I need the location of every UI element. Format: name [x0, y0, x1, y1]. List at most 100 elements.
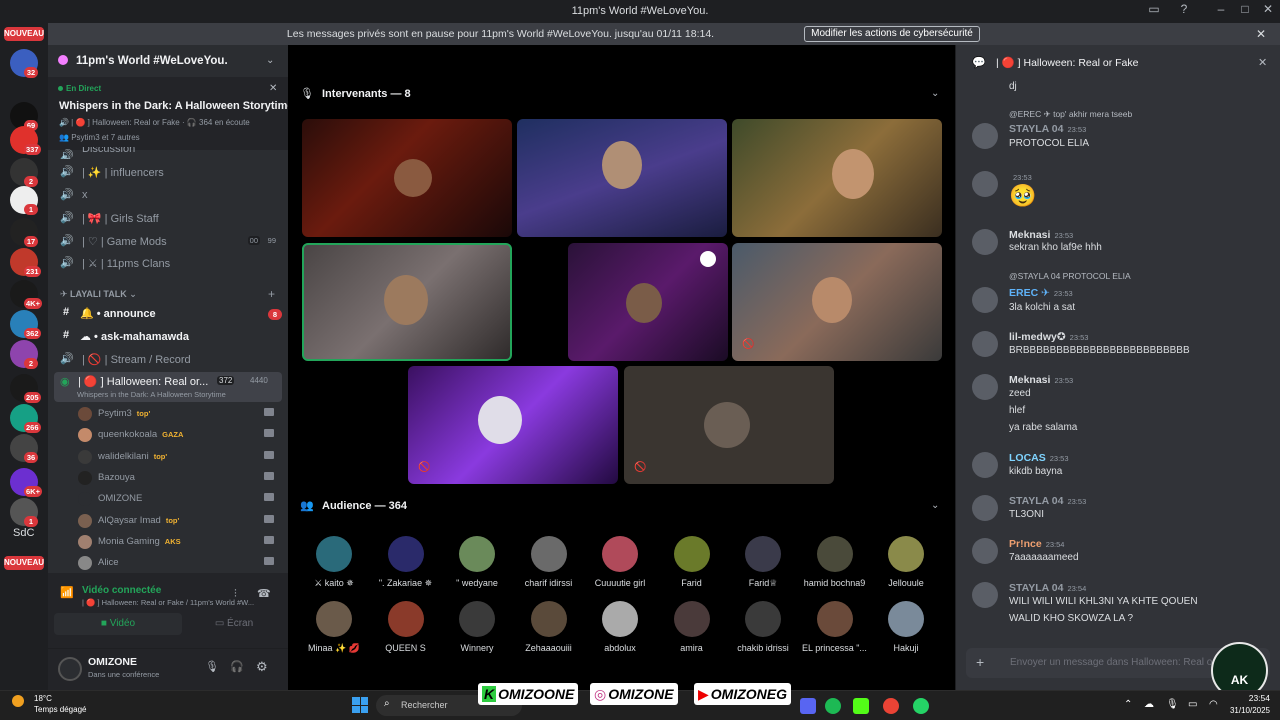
message-author[interactable]: Meknasi 23:53	[1009, 374, 1073, 386]
server-icon[interactable]: 2	[10, 158, 38, 187]
message-author[interactable]: STAYLA 04 23:53	[1009, 495, 1086, 507]
message-author[interactable]: EREC ✈ 23:53	[1009, 287, 1073, 299]
chat-message[interactable]: Meknasi 23:53 sekran kho laf9e hhh	[956, 226, 1280, 266]
server-icon[interactable]: 36	[10, 434, 38, 463]
channel-voice-item[interactable]: 🔊 x	[60, 186, 282, 206]
close-window-button[interactable]: ✕	[1257, 2, 1279, 20]
audience-member[interactable]: QUEEN S	[371, 601, 441, 661]
server-icon[interactable]: 1	[10, 186, 38, 215]
chat-message[interactable]: Pr!nce 23:54 7aaaaaaameed	[956, 536, 1280, 576]
category-layali-talk[interactable]: ✈ LAYALI TALK ⌄	[60, 289, 137, 300]
audience-member[interactable]: Hakuji	[871, 601, 941, 661]
server-name[interactable]: 11pm's World #WeLoveYou.	[76, 55, 228, 67]
channel-voice-item[interactable]: 🔊 | ⚔ | 11pms Clans	[60, 254, 282, 274]
voice-status[interactable]: Vidéo connectée	[82, 585, 161, 596]
help-icon[interactable]: ?	[1173, 2, 1195, 20]
audience-member[interactable]: ⚔ kaito ✵	[299, 536, 369, 596]
close-icon[interactable]: ✕	[269, 83, 277, 94]
speaker-tile[interactable]: 🚫	[408, 366, 618, 484]
avatar[interactable]	[972, 287, 998, 313]
spotify-app-icon[interactable]	[825, 698, 841, 714]
voice-user[interactable]: AlQaysar Imad top'	[78, 511, 278, 531]
chat-message[interactable]: LOCAS 23:53 kikdb bayna	[956, 450, 1280, 490]
avatar[interactable]	[972, 331, 998, 357]
avatar[interactable]	[972, 171, 998, 197]
chevron-down-icon[interactable]: ⌄	[931, 500, 939, 511]
audience-member[interactable]: EL princessa "...	[800, 601, 870, 661]
audience-member[interactable]: Zehaaaouiii	[514, 601, 584, 661]
microphone-icon[interactable]: 🎙	[1166, 699, 1179, 710]
audience-member[interactable]: charif idirssi	[514, 536, 584, 596]
channel-voice-item[interactable]: 🔊 | ♡ | Game Mods 00 99	[60, 232, 282, 252]
kick-app-icon[interactable]	[853, 698, 869, 714]
chat-message[interactable]: 23:53 🥹	[956, 171, 1280, 211]
signal-icon[interactable]: 📶	[60, 586, 74, 599]
speaker-tile[interactable]	[517, 119, 727, 237]
server-icon[interactable]: 17	[10, 218, 38, 247]
audience-member[interactable]: Winnery	[442, 601, 512, 661]
message-author[interactable]: STAYLA 04 23:53	[1009, 123, 1086, 135]
speaker-tile[interactable]	[732, 119, 942, 237]
server-icon[interactable]: 2	[10, 340, 38, 369]
server-icon[interactable]: 4K+	[10, 280, 42, 309]
voice-user[interactable]: queenkokoala GAZA	[78, 425, 278, 445]
voice-user[interactable]: Psytim3 top'	[78, 404, 278, 424]
avatar[interactable]	[972, 582, 998, 608]
close-notice-icon[interactable]: ✕	[1256, 27, 1266, 41]
chat-message[interactable]: STAYLA 04 23:53 TL3ONI	[956, 493, 1280, 533]
channel-announce[interactable]: # 🔔 • announce 8	[60, 304, 282, 324]
audience-member[interactable]: Cuuuutie girl	[585, 536, 655, 596]
voice-user[interactable]: OMIZONE	[78, 489, 278, 509]
message-author[interactable]: Meknasi 23:53	[1009, 229, 1073, 241]
cloud-icon[interactable]: ☁	[1144, 699, 1154, 710]
server-icon[interactable]: 362	[10, 310, 41, 339]
server-icon[interactable]: 1	[10, 498, 38, 527]
minimize-button[interactable]: –	[1210, 2, 1232, 20]
avatar[interactable]	[972, 229, 998, 255]
avatar[interactable]	[972, 123, 998, 149]
chat-message[interactable]: STAYLA 04 23:54 WILI WILI WILI KHL3NI YA K…	[956, 580, 1280, 624]
discord-app-icon[interactable]	[800, 698, 816, 714]
avatar[interactable]	[972, 452, 998, 478]
audience-member[interactable]: chakib idrissi	[728, 601, 798, 661]
audience-member[interactable]: Jellouule	[871, 536, 941, 596]
reply-preview[interactable]: @STAYLA 04 PROTOCOL ELIA	[1009, 271, 1131, 281]
server-icon[interactable]: 266	[10, 404, 41, 433]
speaker-tile[interactable]: 🚫	[732, 243, 942, 361]
server-icon[interactable]: 6K+	[10, 468, 42, 497]
gear-icon[interactable]: ⚙	[256, 659, 268, 675]
audience-member[interactable]: " wedyane	[442, 536, 512, 596]
message-author[interactable]: LOCAS 23:53	[1009, 452, 1069, 464]
avatar[interactable]	[972, 374, 998, 400]
voice-user[interactable]: Bazouya	[78, 468, 278, 488]
voice-user[interactable]: Alice	[78, 553, 278, 573]
message-author[interactable]: 23:53	[1009, 171, 1032, 183]
server-icon[interactable]: 205	[10, 374, 41, 403]
audience-member[interactable]: abdolux	[585, 601, 655, 661]
audience-member[interactable]: Farid	[657, 536, 727, 596]
disconnect-icon[interactable]: ☎	[257, 587, 271, 600]
video-button[interactable]: ■ Vidéo	[54, 613, 182, 635]
headphones-icon[interactable]: 🎧	[230, 660, 244, 673]
chevron-down-icon[interactable]: ⌄	[931, 88, 939, 99]
channel-partial[interactable]: 🔊 Discussion	[60, 147, 282, 159]
speaker-tile[interactable]	[302, 119, 512, 237]
audience-member[interactable]: amira	[657, 601, 727, 661]
add-attachment-icon[interactable]: +	[976, 654, 984, 670]
audience-member[interactable]: hamid bochna9	[800, 536, 870, 596]
whatsapp-app-icon[interactable]	[913, 698, 929, 714]
channel-stream-record[interactable]: 🔊 | 🚫 | Stream / Record	[60, 350, 282, 370]
chat-message[interactable]: @STAYLA 04 PROTOCOL ELIA EREC ✈ 23:53 3la k…	[956, 271, 1280, 313]
server-icon[interactable]: 32	[10, 49, 38, 78]
speaker-tile[interactable]	[568, 243, 728, 361]
chevron-up-icon[interactable]: ⌃	[1124, 699, 1132, 710]
audience-member[interactable]: ". Zakariae ✵	[371, 536, 441, 596]
audience-member[interactable]: Minaa ✨ 💋	[299, 601, 369, 661]
chevron-down-icon[interactable]: ⌄	[266, 55, 274, 66]
chrome-app-icon[interactable]	[883, 698, 899, 714]
avatar[interactable]	[972, 495, 998, 521]
clock-time[interactable]: 23:54	[1226, 693, 1270, 703]
active-voice-channel[interactable]: ◉ | 🔴 ] Halloween: Real or... 372 4440 W…	[54, 372, 282, 402]
add-channel-icon[interactable]: +	[268, 287, 275, 301]
speaker-tile-active[interactable]	[302, 243, 512, 361]
